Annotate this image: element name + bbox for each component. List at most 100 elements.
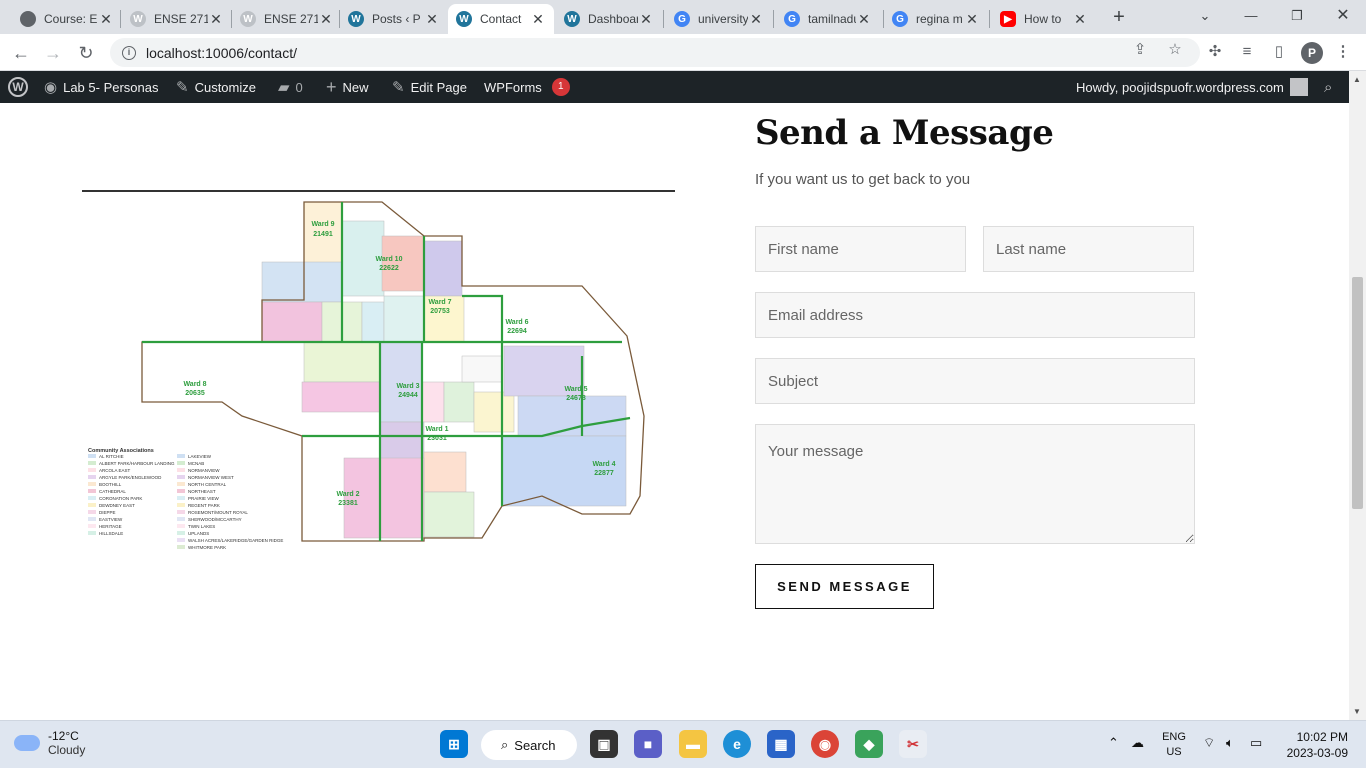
last-name-input[interactable]: [983, 226, 1194, 272]
email-input[interactable]: [755, 292, 1195, 338]
minimize-icon[interactable]: —: [1239, 4, 1263, 28]
chrome-icon[interactable]: ◉: [811, 730, 839, 758]
clock[interactable]: 10:02 PM 2023-03-09: [1280, 729, 1348, 761]
tab-tamilnadu[interactable]: G tamilnadu ✕: [776, 4, 880, 34]
wifi-icon[interactable]: ⌔: [1203, 735, 1215, 751]
tab-dashboard[interactable]: W Dashboard ✕: [556, 4, 662, 34]
share-icon[interactable]: ⇪: [1130, 40, 1150, 60]
legend-item: TWIN LAKES: [188, 524, 215, 529]
start-icon[interactable]: ⊞: [440, 730, 468, 758]
my-account-link[interactable]: Howdy, poojidspuofr.wordpress.com: [1076, 71, 1308, 103]
site-info-icon[interactable]: i: [122, 45, 136, 60]
map-label: Ward 4: [592, 461, 615, 468]
new-content-link[interactable]: + New: [326, 71, 369, 103]
tab-course[interactable]: Course: ENSE 271 ✕: [12, 4, 122, 34]
scrollbar-thumb[interactable]: [1352, 277, 1363, 509]
task-view-icon[interactable]: ▣: [590, 730, 618, 758]
wordpress-icon: W: [348, 11, 364, 27]
extensions-icon[interactable]: ✣: [1205, 42, 1225, 62]
chat-icon[interactable]: ■: [634, 730, 662, 758]
close-window-icon[interactable]: ✕: [1331, 4, 1355, 28]
close-icon[interactable]: ✕: [208, 11, 224, 28]
legend-swatch: [88, 510, 96, 514]
side-panel-icon[interactable]: ▯: [1269, 42, 1289, 62]
close-icon[interactable]: ✕: [638, 11, 654, 28]
close-icon[interactable]: ✕: [530, 11, 546, 28]
profile-avatar[interactable]: P: [1301, 42, 1323, 64]
tab-contact[interactable]: W Contact ✕: [448, 4, 554, 34]
legend-swatch: [88, 468, 96, 472]
tab-search-icon[interactable]: ⌄: [1193, 4, 1217, 28]
bookmark-star-icon[interactable]: ☆: [1165, 40, 1185, 60]
youtube-icon: ▶: [1000, 11, 1016, 27]
close-icon[interactable]: ✕: [1072, 11, 1088, 28]
message-textarea[interactable]: [755, 424, 1195, 544]
onedrive-icon[interactable]: ☁: [1131, 735, 1144, 751]
comments-link[interactable]: ▰ 0: [278, 71, 303, 103]
back-icon[interactable]: ←: [8, 40, 34, 66]
tab-howto[interactable]: ▶ How to ✕: [992, 4, 1096, 34]
search-icon[interactable]: ⌕: [1324, 71, 1332, 103]
wordpress-logo-icon[interactable]: W: [8, 71, 28, 103]
app-icon[interactable]: ◆: [855, 730, 883, 758]
legend-item: WHITMORE PARK: [188, 545, 226, 550]
map-label: 22694: [507, 328, 527, 335]
wpforms-link[interactable]: WPForms 1: [484, 71, 570, 103]
show-hidden-icons-icon[interactable]: ⌃: [1108, 735, 1119, 751]
file-explorer-icon[interactable]: ▬: [679, 730, 707, 758]
close-icon[interactable]: ✕: [748, 11, 764, 28]
new-tab-button[interactable]: +: [1108, 6, 1130, 28]
close-icon[interactable]: ✕: [318, 11, 334, 28]
first-name-input[interactable]: [755, 226, 966, 272]
close-icon[interactable]: ✕: [98, 11, 114, 28]
legend-swatch: [177, 545, 185, 549]
site-name-link[interactable]: ◉ Lab 5- Personas: [44, 71, 159, 103]
address-bar[interactable]: i localhost:10006/contact/: [110, 38, 1200, 67]
tab-ense-1[interactable]: W ENSE 271 ✕: [122, 4, 232, 34]
store-icon[interactable]: ▦: [767, 730, 795, 758]
reload-icon[interactable]: ↻: [73, 40, 99, 66]
taskbar-search[interactable]: ⌕ Search: [481, 730, 577, 760]
legend-item: MCNAB: [188, 461, 204, 466]
media-icon[interactable]: ≡: [1237, 42, 1257, 62]
legend-item: DEWDNEY EAST: [99, 503, 135, 508]
page-scrollbar[interactable]: ▲ ▼: [1349, 71, 1366, 720]
menu-icon[interactable]: ⋮: [1333, 42, 1353, 62]
language-indicator[interactable]: ENG US: [1160, 730, 1188, 760]
edit-page-link[interactable]: ✎ Edit Page: [392, 71, 467, 103]
legend-swatch: [177, 531, 185, 535]
legend-item: WALSH ACRES/LAKERIDGE/GARDEN RIDGE: [188, 538, 283, 543]
legend-item: EASTVIEW: [99, 517, 123, 522]
weather-widget[interactable]: -12°C Cloudy: [14, 729, 85, 757]
wordpress-icon: W: [240, 11, 256, 27]
browser-toolbar: ← → ↻ i localhost:10006/contact/ ⇪ ☆ ✣ ≡…: [0, 34, 1366, 71]
legend-swatch: [88, 454, 96, 458]
maximize-icon[interactable]: ❐: [1285, 4, 1309, 28]
close-icon[interactable]: ✕: [424, 11, 440, 28]
forward-icon[interactable]: →: [40, 40, 66, 66]
subject-input[interactable]: [755, 358, 1195, 404]
edge-icon[interactable]: e: [723, 730, 751, 758]
form-title: Send a Message: [755, 113, 1054, 153]
map-label: 22622: [379, 265, 399, 272]
volume-icon[interactable]: 🔈︎: [1226, 735, 1234, 751]
legend-swatch: [88, 482, 96, 486]
tab-university[interactable]: G university ✕: [666, 4, 772, 34]
dashboard-icon: ◉: [44, 79, 58, 96]
battery-icon[interactable]: ▭: [1250, 735, 1262, 751]
legend-item: NORTHEAST: [188, 489, 216, 494]
tab-posts[interactable]: W Posts ‹ P ✕: [340, 4, 448, 34]
legend-swatch: [88, 517, 96, 521]
send-message-button[interactable]: SEND MESSAGE: [755, 564, 934, 609]
close-icon[interactable]: ✕: [964, 11, 980, 28]
tab-regina[interactable]: G regina m ✕: [884, 4, 988, 34]
tab-ense-2[interactable]: W ENSE 271 ✕: [232, 4, 342, 34]
wordpress-icon: W: [456, 11, 472, 27]
pencil-icon: ✎: [392, 79, 405, 96]
legend-swatch: [177, 538, 185, 542]
close-icon[interactable]: ✕: [856, 11, 872, 28]
scroll-down-icon[interactable]: ▼: [1353, 707, 1361, 716]
snipping-tool-icon[interactable]: ✂: [899, 730, 927, 758]
customize-link[interactable]: ✎ Customize: [176, 71, 256, 103]
scroll-up-icon[interactable]: ▲: [1353, 75, 1361, 84]
